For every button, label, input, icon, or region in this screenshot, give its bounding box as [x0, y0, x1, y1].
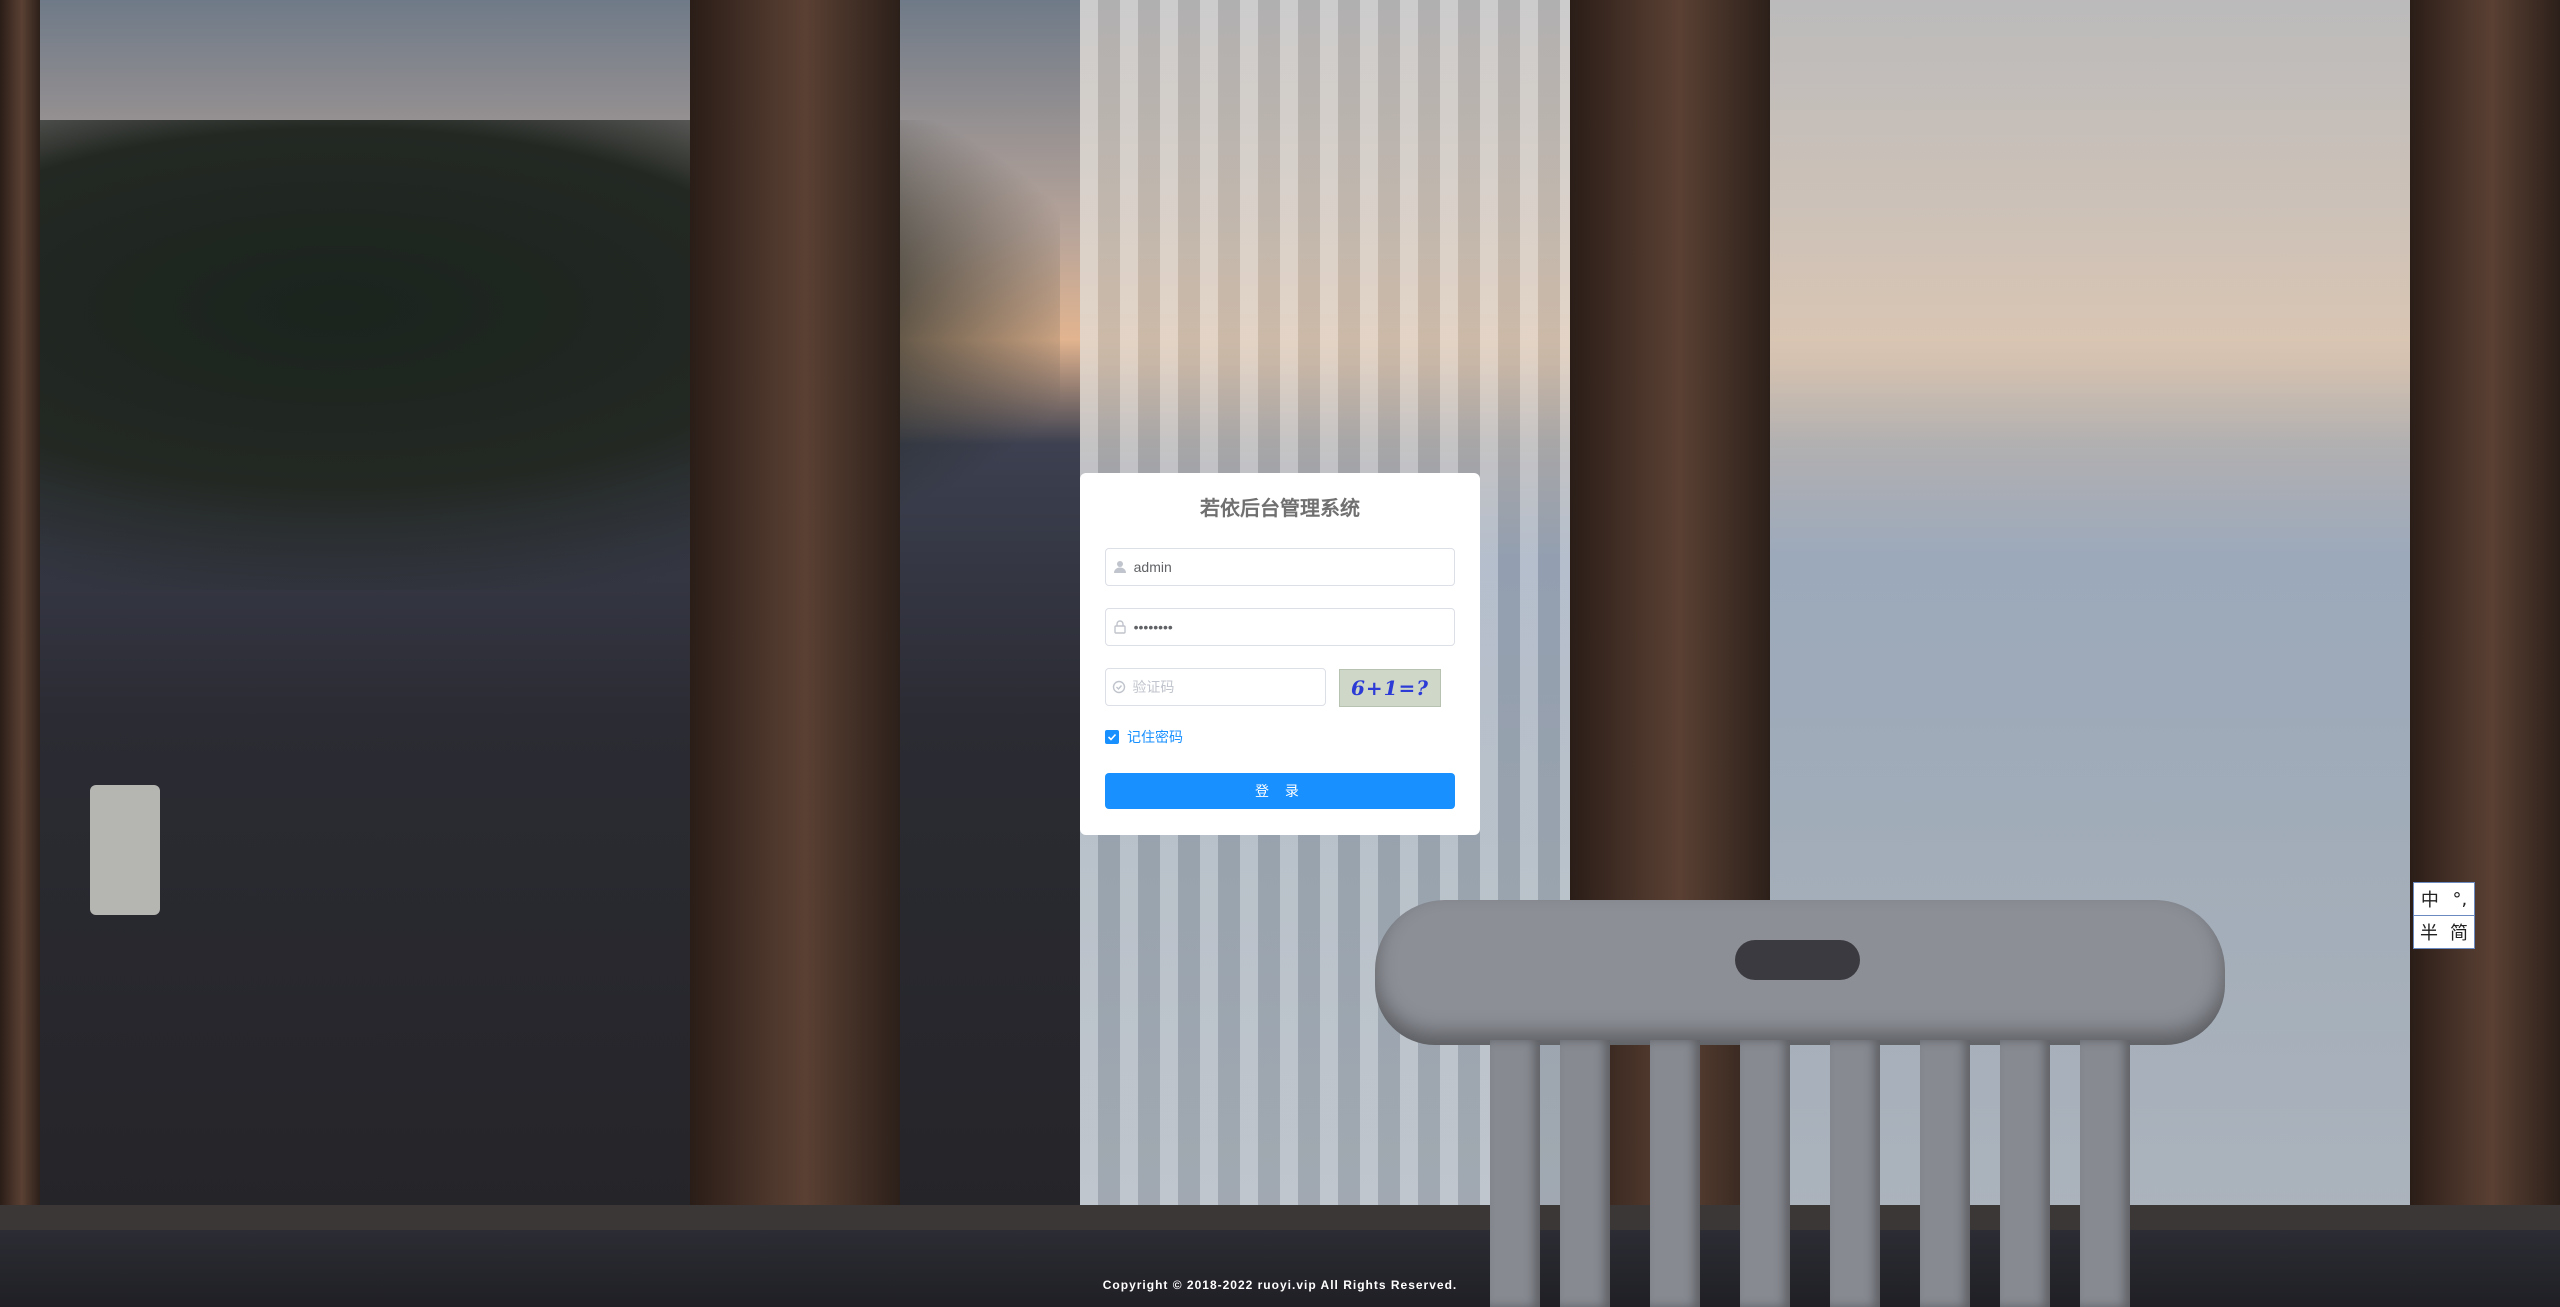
captcha-field[interactable] — [1105, 668, 1326, 706]
ime-script-toggle[interactable]: 简 — [2450, 919, 2468, 945]
checkmark-icon — [1105, 730, 1119, 744]
username-input[interactable] — [1133, 559, 1454, 575]
lock-icon — [1106, 620, 1134, 634]
remember-password-checkbox[interactable]: 记住密码 — [1105, 727, 1183, 747]
ime-width-toggle[interactable]: 半 — [2420, 919, 2438, 945]
validcode-icon — [1106, 680, 1132, 694]
captcha-image[interactable]: 6+1=? — [1339, 669, 1441, 707]
password-field[interactable] — [1105, 608, 1455, 646]
login-title: 若依后台管理系统 — [1200, 498, 1360, 520]
ime-mode-toggle[interactable]: 中 — [2421, 886, 2439, 912]
captcha-input[interactable] — [1132, 679, 1325, 695]
username-field[interactable] — [1105, 548, 1455, 586]
remember-password-label: 记住密码 — [1127, 729, 1183, 745]
password-input[interactable] — [1133, 619, 1454, 635]
copyright-footer: Copyright © 2018-2022 ruoyi.vip All Righ… — [1102, 1278, 1458, 1292]
ime-punct-toggle[interactable]: °, — [2452, 889, 2467, 910]
user-icon — [1106, 560, 1134, 574]
login-form: 若依后台管理系统 6+1=? 记住密码 登 录 — [1080, 473, 1480, 835]
login-button[interactable]: 登 录 — [1105, 773, 1455, 809]
ime-toolbar[interactable]: 中 °, 半 简 — [2413, 882, 2475, 949]
